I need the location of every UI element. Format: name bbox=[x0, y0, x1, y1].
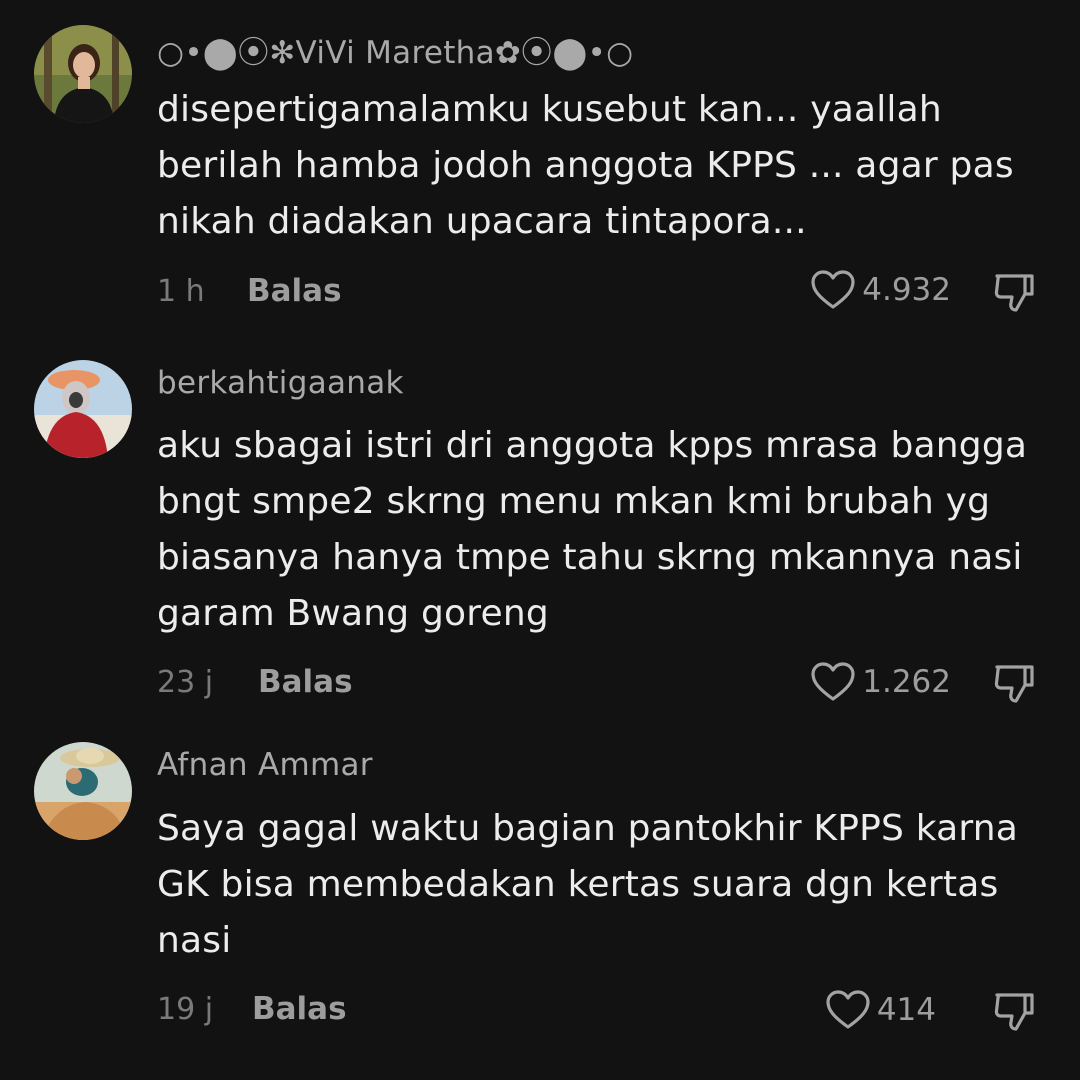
comment-username[interactable]: Afnan Ammar bbox=[157, 747, 373, 783]
thumbs-down-icon bbox=[994, 274, 1034, 312]
comment-username[interactable]: ○•⬤⦿✻ViVi Maretha✿⦿⬤•○ bbox=[157, 27, 633, 72]
reply-button[interactable]: Balas bbox=[252, 991, 347, 1027]
comment-text: Saya gagal waktu bagian pantokhir KPPS k… bbox=[157, 808, 1019, 961]
dislike-button[interactable] bbox=[992, 661, 1036, 705]
heart-outline-icon bbox=[811, 662, 855, 701]
like-button[interactable]: 4.932 bbox=[810, 269, 951, 311]
comment-timestamp: 1 h bbox=[157, 274, 205, 309]
like-count: 414 bbox=[876, 992, 936, 1028]
avatar[interactable] bbox=[34, 360, 132, 458]
like-button[interactable]: 414 bbox=[825, 989, 936, 1031]
like-count: 1.262 bbox=[862, 664, 951, 700]
comment-text: disepertigamalamku kusebut kan... yaalla… bbox=[157, 89, 1014, 242]
avatar[interactable] bbox=[34, 25, 132, 123]
reply-button[interactable]: Balas bbox=[247, 273, 342, 309]
like-count: 4.932 bbox=[862, 272, 951, 308]
next-comment-username-fragment bbox=[157, 1066, 457, 1080]
thumbs-down-icon bbox=[994, 665, 1034, 703]
like-button[interactable]: 1.262 bbox=[810, 661, 951, 703]
comment-username[interactable]: berkahtigaanak bbox=[157, 365, 404, 401]
thumbs-down-icon bbox=[994, 993, 1034, 1031]
dislike-button[interactable] bbox=[992, 270, 1036, 314]
heart-outline-icon bbox=[826, 990, 870, 1029]
dislike-button[interactable] bbox=[992, 989, 1036, 1033]
comment-timestamp: 19 j bbox=[157, 992, 214, 1027]
comment-timestamp: 23 j bbox=[157, 665, 214, 700]
reply-button[interactable]: Balas bbox=[258, 664, 353, 700]
next-comment-peek bbox=[157, 1066, 457, 1080]
avatar[interactable] bbox=[34, 742, 132, 840]
comments-screen: ○•⬤⦿✻ViVi Maretha✿⦿⬤•○ disepertigamalamk… bbox=[0, 0, 1080, 1080]
heart-outline-icon bbox=[811, 270, 855, 309]
comment-text: aku sbagai istri dri anggota kpps mrasa … bbox=[157, 425, 1028, 634]
